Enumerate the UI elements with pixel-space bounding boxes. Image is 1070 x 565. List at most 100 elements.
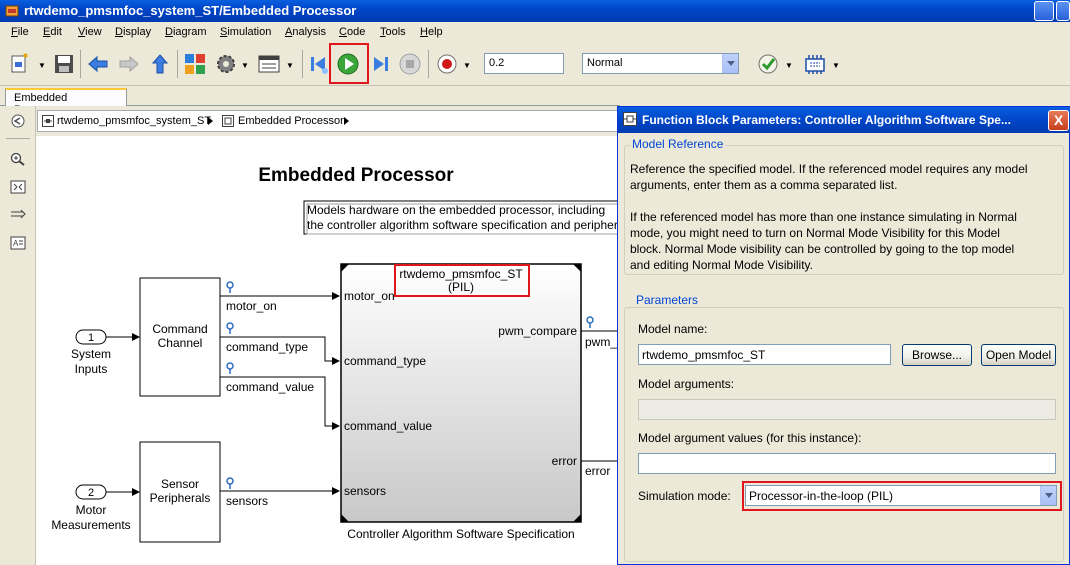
up-to-parent-icon[interactable] bbox=[148, 52, 172, 76]
sensor-peripherals-block[interactable]: Sensor Peripherals bbox=[139, 441, 221, 543]
model-argument-values-input[interactable] bbox=[638, 453, 1056, 474]
new-dropdown-icon[interactable]: ▼ bbox=[38, 61, 46, 70]
signal-logging-icon bbox=[586, 316, 594, 328]
subsystem-icon bbox=[222, 115, 234, 127]
back-icon[interactable] bbox=[86, 52, 110, 76]
menu-display[interactable]: Display bbox=[115, 26, 151, 38]
record-icon[interactable] bbox=[435, 52, 459, 76]
menu-simulation[interactable]: Simulation bbox=[220, 26, 271, 38]
model-name-label: Model name: bbox=[638, 322, 708, 336]
build-dropdown-icon[interactable]: ▼ bbox=[832, 61, 840, 70]
simulation-mode-value: Normal bbox=[587, 57, 623, 69]
arrow-line-icon[interactable] bbox=[10, 208, 26, 222]
simulation-mode-select[interactable]: Normal bbox=[582, 53, 739, 74]
save-icon[interactable] bbox=[52, 52, 76, 76]
inport-system-inputs[interactable]: 1 System Inputs bbox=[71, 329, 111, 376]
settings-dropdown-icon[interactable]: ▼ bbox=[241, 61, 249, 70]
chevron-down-icon[interactable] bbox=[1040, 486, 1056, 505]
simulation-mode-label: Simulation mode: bbox=[638, 489, 731, 503]
fit-to-view-icon[interactable] bbox=[10, 180, 26, 194]
signal-sensors[interactable]: sensors bbox=[220, 477, 340, 508]
port-in-command-type: command_type bbox=[344, 354, 426, 368]
stop-time-value: 0.2 bbox=[489, 57, 505, 69]
advisor-dropdown-icon[interactable]: ▼ bbox=[785, 61, 793, 70]
description-line5: block. Normal Mode visibility can be con… bbox=[630, 242, 1015, 256]
record-dropdown-icon[interactable]: ▼ bbox=[463, 61, 471, 70]
menu-view[interactable]: View bbox=[78, 26, 102, 38]
toolbar: ▼ ▼ ▼ ▼ 0.2 Normal ▼ ▼ bbox=[0, 42, 1070, 86]
model-arguments-label: Model arguments: bbox=[638, 377, 735, 391]
signal-logging-icon bbox=[226, 477, 234, 489]
browse-button[interactable]: Browse... bbox=[902, 344, 972, 366]
zoom-icon[interactable] bbox=[10, 152, 26, 166]
signal-command-value[interactable]: command_value bbox=[220, 362, 340, 430]
model-reference-group-title: Model Reference bbox=[630, 137, 726, 151]
tab-embedded-processor[interactable]: Embedded Processor bbox=[5, 88, 127, 116]
close-button[interactable]: X bbox=[1048, 110, 1069, 131]
model-arguments-input[interactable] bbox=[638, 399, 1056, 420]
signal-error-out[interactable]: error bbox=[581, 460, 620, 478]
left-palette: A bbox=[0, 106, 36, 565]
build-icon[interactable] bbox=[803, 52, 827, 76]
gear-icon[interactable] bbox=[214, 52, 238, 76]
menu-tools[interactable]: Tools bbox=[380, 26, 406, 38]
signal-pwm-out[interactable]: pwm_ bbox=[581, 316, 620, 349]
explorer-dropdown-icon[interactable]: ▼ bbox=[286, 61, 294, 70]
signal-logging-icon bbox=[226, 322, 234, 334]
simulink-app-icon bbox=[5, 5, 19, 17]
menu-diagram[interactable]: Diagram bbox=[165, 26, 207, 38]
menu-code[interactable]: Code bbox=[339, 26, 365, 38]
stop-icon[interactable] bbox=[398, 52, 422, 76]
signal-command-type[interactable]: command_type bbox=[220, 322, 340, 365]
annotation-line2: the controller algorithm software specif… bbox=[307, 218, 618, 232]
maximize-button[interactable] bbox=[1056, 1, 1070, 21]
block-parameters-dialog: Function Block Parameters: Controller Al… bbox=[617, 106, 1070, 565]
minimize-button[interactable] bbox=[1034, 1, 1054, 21]
stop-time-input[interactable]: 0.2 bbox=[484, 53, 564, 74]
inport1-label-a: System bbox=[71, 347, 111, 361]
port-out-error: error bbox=[552, 454, 577, 468]
step-back-icon[interactable] bbox=[307, 52, 331, 76]
simulation-mode-dropdown[interactable]: Processor-in-the-loop (PIL) bbox=[745, 485, 1057, 506]
simulation-mode-dropdown-value: Processor-in-the-loop (PIL) bbox=[749, 489, 894, 503]
run-icon[interactable] bbox=[336, 52, 360, 76]
forward-icon[interactable] bbox=[117, 52, 141, 76]
breadcrumb-model[interactable]: rtwdemo_pmsmfoc_system_ST bbox=[57, 115, 211, 127]
inport2-label-b: Measurements bbox=[51, 518, 130, 532]
new-model-icon[interactable] bbox=[9, 52, 33, 76]
menu-bar: File Edit View Display Diagram Simulatio… bbox=[0, 22, 1070, 42]
model-icon bbox=[42, 115, 54, 127]
controller-model-reference-block[interactable]: rtwdemo_pmsmfoc_ST (PIL) motor_on comman… bbox=[340, 263, 582, 523]
annotation-icon[interactable]: A bbox=[10, 236, 26, 250]
breadcrumb-separator-icon bbox=[208, 117, 213, 125]
sensor-peripherals-label-a: Sensor bbox=[161, 477, 199, 491]
description-line4: mode, you might need to turn on Normal M… bbox=[630, 226, 1000, 240]
hide-show-explorer-icon[interactable] bbox=[10, 114, 26, 128]
signal-motor-on[interactable]: motor_on bbox=[220, 281, 340, 313]
model-canvas[interactable]: Embedded Processor Models hardware on th… bbox=[36, 136, 620, 565]
model-name-input[interactable]: rtwdemo_pmsmfoc_ST bbox=[638, 344, 891, 365]
menu-file[interactable]: File bbox=[11, 26, 29, 38]
signal-pwm-label: pwm_ bbox=[585, 335, 617, 349]
annotation-line1: Models hardware on the embedded processo… bbox=[307, 203, 605, 217]
command-channel-label-a: Command bbox=[152, 322, 207, 336]
model-explorer-icon[interactable] bbox=[257, 52, 281, 76]
port-in-sensors: sensors bbox=[344, 484, 386, 498]
description-line2: arguments, enter them as a comma separat… bbox=[630, 178, 898, 192]
model-advisor-check-icon[interactable] bbox=[756, 52, 780, 76]
library-browser-icon[interactable] bbox=[183, 52, 207, 76]
model-ref-mode: (PIL) bbox=[448, 280, 474, 294]
breadcrumb-subsystem[interactable]: Embedded Processor bbox=[238, 115, 344, 127]
parameters-group-title: Parameters bbox=[634, 293, 701, 307]
step-forward-icon[interactable] bbox=[368, 52, 392, 76]
open-model-button[interactable]: Open Model bbox=[981, 344, 1056, 366]
command-channel-block[interactable]: Command Channel bbox=[139, 277, 221, 397]
dialog-title: Function Block Parameters: Controller Al… bbox=[642, 113, 1011, 127]
chevron-down-icon[interactable] bbox=[722, 54, 738, 73]
menu-edit[interactable]: Edit bbox=[43, 26, 62, 38]
description-line1: Reference the specified model. If the re… bbox=[630, 162, 1028, 176]
menu-help[interactable]: Help bbox=[420, 26, 443, 38]
inport1-number: 1 bbox=[88, 332, 94, 344]
annotation-box[interactable]: Models hardware on the embedded processo… bbox=[303, 200, 620, 235]
menu-analysis[interactable]: Analysis bbox=[285, 26, 326, 38]
